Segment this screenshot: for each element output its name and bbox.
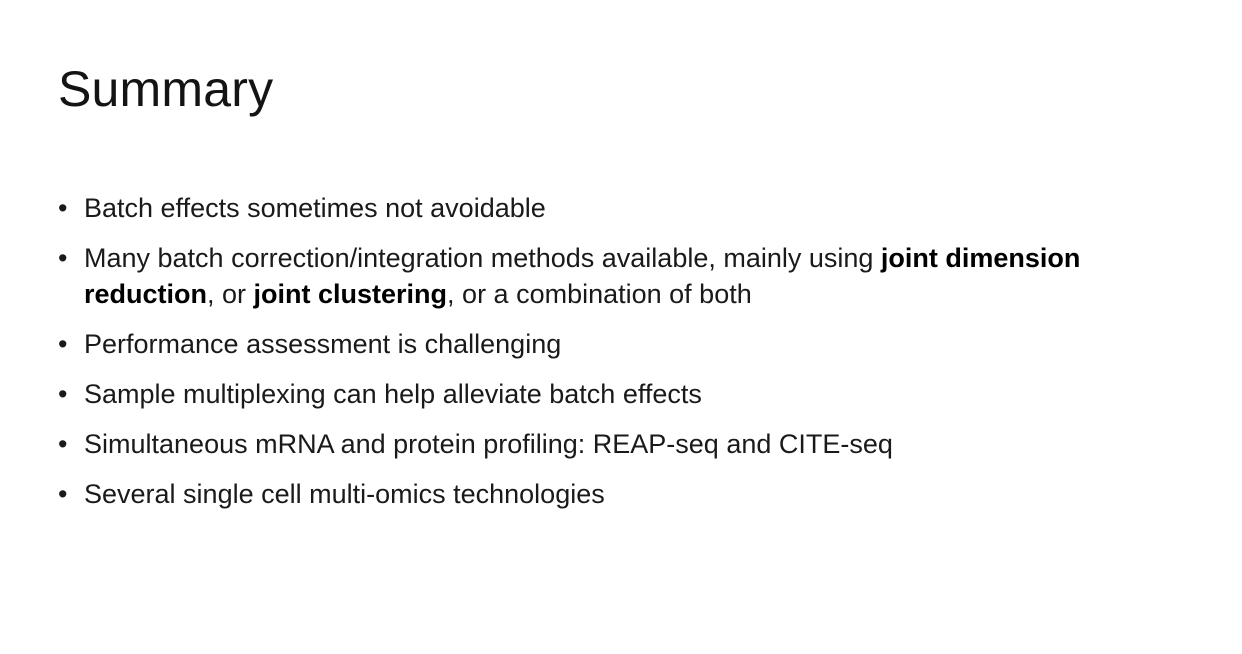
- bullet-text: Many batch correction/integration method…: [84, 243, 881, 273]
- bullet-text: Batch effects sometimes not avoidable: [84, 193, 546, 223]
- bullet-emphasis: joint clustering: [253, 279, 448, 309]
- bullet-list: • Batch effects sometimes not avoidable …: [58, 190, 1208, 526]
- bullet-item: • Batch effects sometimes not avoidable: [58, 190, 1208, 226]
- bullet-item: • Sample multiplexing can help alleviate…: [58, 376, 1208, 412]
- bullet-dot: •: [58, 379, 68, 409]
- bullet-dot: •: [58, 429, 68, 459]
- bullet-text: Simultaneous mRNA and protein profiling:…: [84, 429, 893, 459]
- bullet-dot: •: [58, 329, 68, 359]
- bullet-item: • Several single cell multi-omics techno…: [58, 476, 1208, 512]
- bullet-item: • Performance assessment is challenging: [58, 326, 1208, 362]
- bullet-text: , or: [207, 279, 254, 309]
- bullet-dot: •: [58, 193, 68, 223]
- bullet-text: , or a combination of both: [447, 279, 752, 309]
- slide: Summary • Batch effects sometimes not av…: [0, 0, 1242, 654]
- bullet-dot: •: [58, 479, 68, 509]
- slide-title: Summary: [58, 61, 274, 117]
- bullet-dot: •: [58, 243, 68, 273]
- bullet-item: • Many batch correction/integration meth…: [58, 240, 1208, 312]
- bullet-text: Several single cell multi-omics technolo…: [84, 479, 605, 509]
- bullet-item: • Simultaneous mRNA and protein profilin…: [58, 426, 1208, 462]
- bullet-text: Performance assessment is challenging: [84, 329, 562, 359]
- bullet-text: Sample multiplexing can help alleviate b…: [84, 379, 702, 409]
